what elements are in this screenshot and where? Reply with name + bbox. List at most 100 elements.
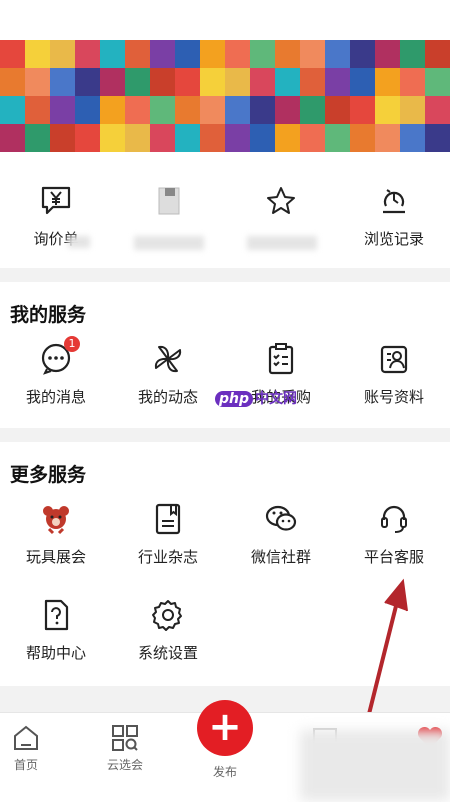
banner-pixel <box>25 40 50 68</box>
account-icon <box>377 342 411 376</box>
banner-pixel <box>325 124 350 152</box>
banner-pixel <box>125 40 150 68</box>
publish-button[interactable]: + <box>197 700 253 756</box>
service-item-account[interactable]: 账号资料 <box>338 342 450 407</box>
banner-pixel <box>250 124 275 152</box>
banner-pixel <box>225 124 250 152</box>
banner-pixel <box>225 96 250 124</box>
document-icon <box>151 184 185 218</box>
watermark-logo: php 中文网 <box>215 388 297 408</box>
service-item-activity[interactable]: 我的动态 <box>112 342 224 407</box>
top-banner[interactable] <box>0 0 450 160</box>
settings-icon <box>151 598 185 632</box>
quick-links-card: 询价单 浏览记录 <box>0 160 450 268</box>
service-item-label: 帮助中心 <box>25 644 86 662</box>
banner-pixel <box>75 96 100 124</box>
banner-pixel <box>150 68 175 96</box>
banner-pixel <box>300 68 325 96</box>
banner-pixel <box>175 96 200 124</box>
banner-pixel <box>275 124 300 152</box>
quick-link-label: 询价单 <box>33 230 79 248</box>
banner-pixel <box>250 68 275 96</box>
quick-link-history[interactable]: 浏览记录 <box>338 184 450 249</box>
banner-pixel <box>150 40 175 68</box>
home-icon <box>6 723 46 756</box>
banner-pixel <box>375 40 400 68</box>
banner-pixel <box>275 96 300 124</box>
banner-pixel <box>125 68 150 96</box>
section-title-more-services: 更多服务 <box>10 464 87 486</box>
tab-label: 首页 <box>13 758 38 772</box>
banner-pixel <box>400 68 425 96</box>
history-icon <box>377 184 411 218</box>
banner-pixel <box>125 124 150 152</box>
pinwheel-icon <box>151 342 185 376</box>
quick-link-2[interactable] <box>112 184 224 250</box>
service-item-help[interactable]: 帮助中心 <box>0 598 112 663</box>
banner-pixel <box>75 40 100 68</box>
service-item-label: 玩具展会 <box>25 548 86 566</box>
banner-pixel <box>350 124 375 152</box>
banner-pixel <box>400 96 425 124</box>
banner-pixel <box>175 68 200 96</box>
tab-cloud-select[interactable]: 云选会 <box>100 723 150 773</box>
banner-pixel <box>25 96 50 124</box>
banner-pixel <box>100 124 125 152</box>
service-item-label: 微信社群 <box>250 548 311 566</box>
message-icon: 1 <box>39 336 80 376</box>
banner-pixel <box>125 96 150 124</box>
banner-pixel <box>300 96 325 124</box>
banner-pixel <box>400 40 425 68</box>
banner-pixel <box>350 96 375 124</box>
banner-pixel <box>50 124 75 152</box>
banner-pixel <box>325 96 350 124</box>
banner-pixel <box>100 68 125 96</box>
banner-pixel <box>25 124 50 152</box>
banner-pixel <box>325 68 350 96</box>
service-item-label: 行业杂志 <box>137 548 198 566</box>
banner-pixel <box>50 68 75 96</box>
service-item-magazine[interactable]: 行业杂志 <box>112 502 224 567</box>
tab-label: 云选会 <box>106 758 143 772</box>
banner-pixel <box>300 40 325 68</box>
service-item-settings[interactable]: 系统设置 <box>112 598 224 663</box>
service-item-messages[interactable]: 1 我的消息 <box>0 336 112 407</box>
section-title-my-services: 我的服务 <box>10 304 87 326</box>
banner-image <box>0 40 450 152</box>
service-item-label: 平台客服 <box>363 548 424 566</box>
banner-pixel <box>50 40 75 68</box>
service-item-customer-service[interactable]: 平台客服 <box>338 502 450 567</box>
service-item-label: 我的动态 <box>137 388 198 406</box>
tab-home[interactable]: 首页 <box>6 723 46 773</box>
service-item-label: 我的消息 <box>25 388 86 406</box>
banner-pixel <box>0 68 25 96</box>
service-item-label: 系统设置 <box>137 644 198 662</box>
banner-pixel <box>150 96 175 124</box>
service-item-toy-fair[interactable]: 玩具展会 <box>0 502 112 567</box>
annotation-arrow <box>363 578 408 731</box>
banner-pixel <box>350 40 375 68</box>
banner-pixel <box>425 96 450 124</box>
banner-pixel <box>275 68 300 96</box>
banner-pixel <box>375 124 400 152</box>
banner-pixel <box>400 124 425 152</box>
banner-pixel <box>0 124 25 152</box>
banner-pixel <box>250 40 275 68</box>
banner-pixel <box>375 68 400 96</box>
tab-publish-label[interactable]: 发布 <box>201 763 249 780</box>
banner-pixel <box>425 40 450 68</box>
quick-link-inquiry[interactable]: 询价单 <box>0 184 112 249</box>
banner-pixel <box>200 40 225 68</box>
banner-pixel <box>200 124 225 152</box>
magazine-icon <box>151 502 185 536</box>
quick-link-label: 浏览记录 <box>363 230 424 248</box>
headset-icon <box>377 502 411 536</box>
banner-pixel <box>50 96 75 124</box>
banner-pixel <box>325 40 350 68</box>
service-item-wechat[interactable]: 微信社群 <box>225 502 337 567</box>
banner-pixel <box>200 96 225 124</box>
banner-pixel <box>175 40 200 68</box>
banner-pixel <box>250 96 275 124</box>
quick-link-3[interactable] <box>225 184 337 250</box>
banner-pixel <box>225 68 250 96</box>
